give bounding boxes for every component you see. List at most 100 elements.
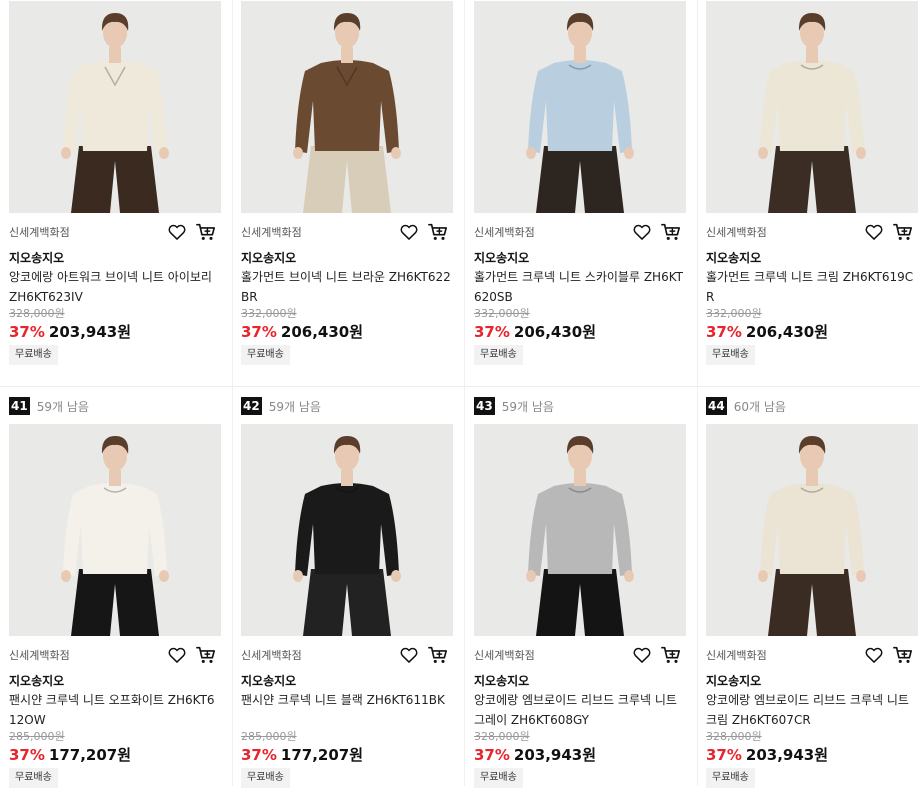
rank-badge: 42 — [241, 397, 262, 415]
store-row: 신세계백화점 — [474, 645, 686, 667]
sale-price: 203,943원 — [513, 746, 597, 764]
discount-rate: 37% — [9, 323, 45, 341]
discount-rate: 37% — [241, 323, 277, 341]
original-price: 328,000원 — [9, 307, 65, 320]
sale-price: 206,430원 — [513, 323, 597, 341]
product-name[interactable]: 앙코에랑 엠브로이드 리브드 크루넥 니트 그레이 ZH6KT608GY — [474, 690, 686, 730]
original-price: 332,000원 — [706, 307, 762, 320]
product-name[interactable]: 앙코에랑 엠브로이드 리브드 크루넥 니트 크림 ZH6KT607CR — [706, 690, 918, 730]
discount-rate: 37% — [474, 323, 510, 341]
store-name: 신세계백화점 — [241, 226, 302, 239]
product-image[interactable] — [9, 424, 221, 636]
free-shipping-badge: 무료배송 — [706, 345, 755, 365]
price-row: 37% 206,430원 — [474, 321, 596, 342]
brand-name[interactable]: 지오송지오 — [9, 672, 64, 689]
original-price: 328,000원 — [474, 730, 530, 743]
model-figure — [9, 424, 221, 636]
sale-price: 177,207원 — [48, 746, 132, 764]
free-shipping-badge: 무료배송 — [474, 345, 523, 365]
model-figure — [706, 424, 918, 636]
heart-icon[interactable] — [167, 645, 187, 665]
product-image[interactable] — [474, 424, 686, 636]
brand-name[interactable]: 지오송지오 — [474, 672, 529, 689]
store-row: 신세계백화점 — [706, 222, 918, 244]
stock-remaining: 59개 남음 — [268, 399, 321, 414]
free-shipping-badge: 무료배송 — [241, 345, 290, 365]
model-figure — [241, 424, 453, 636]
product-image[interactable] — [241, 424, 453, 636]
price-row: 37% 177,207원 — [241, 744, 363, 765]
store-name: 신세계백화점 — [474, 649, 535, 662]
store-row: 신세계백화점 — [474, 222, 686, 244]
product-name[interactable]: 홀가먼트 브이넥 니트 브라운 ZH6KT622BR — [241, 267, 453, 307]
column-separator — [697, 0, 698, 786]
rank-row: 43 59개 남음 — [474, 396, 554, 416]
product-name[interactable]: 홀가먼트 크루넥 니트 스카이블루 ZH6KT620SB — [474, 267, 686, 307]
original-price: 332,000원 — [474, 307, 530, 320]
cart-icon[interactable] — [660, 222, 682, 242]
rank-row: 41 59개 남음 — [9, 396, 89, 416]
sale-price: 203,943원 — [745, 746, 829, 764]
product-image[interactable] — [706, 424, 918, 636]
model-figure — [9, 1, 221, 213]
product-name[interactable]: 홀가먼트 크루넥 니트 크림 ZH6KT619CR — [706, 267, 918, 307]
brand-name[interactable]: 지오송지오 — [241, 672, 296, 689]
brand-name[interactable]: 지오송지오 — [706, 672, 761, 689]
rank-badge: 44 — [706, 397, 727, 415]
store-row: 신세계백화점 — [241, 222, 453, 244]
store-name: 신세계백화점 — [706, 649, 767, 662]
rank-badge: 43 — [474, 397, 495, 415]
store-name: 신세계백화점 — [9, 226, 70, 239]
stock-remaining: 60개 남음 — [733, 399, 786, 414]
original-price: 285,000원 — [9, 730, 65, 743]
cart-icon[interactable] — [195, 222, 217, 242]
product-name[interactable]: 앙코에랑 아트워크 브이넥 니트 아이보리 ZH6KT623IV — [9, 267, 221, 307]
price-row: 37% 206,430원 — [241, 321, 363, 342]
heart-icon[interactable] — [632, 645, 652, 665]
product-image[interactable] — [474, 1, 686, 213]
price-row: 37% 206,430원 — [706, 321, 828, 342]
heart-icon[interactable] — [399, 222, 419, 242]
product-name[interactable]: 팬시얀 크루넥 니트 블랙 ZH6KT611BK — [241, 690, 453, 710]
discount-rate: 37% — [474, 746, 510, 764]
model-figure — [706, 1, 918, 213]
product-image[interactable] — [9, 1, 221, 213]
price-row: 37% 203,943원 — [706, 744, 828, 765]
brand-name[interactable]: 지오송지오 — [241, 249, 296, 266]
rank-row: 42 59개 남음 — [241, 396, 321, 416]
cart-icon[interactable] — [892, 645, 914, 665]
product-image[interactable] — [706, 1, 918, 213]
product-name[interactable]: 팬시얀 크루넥 니트 오프화이트 ZH6KT612OW — [9, 690, 221, 730]
brand-name[interactable]: 지오송지오 — [706, 249, 761, 266]
heart-icon[interactable] — [632, 222, 652, 242]
free-shipping-badge: 무료배송 — [706, 768, 755, 788]
discount-rate: 37% — [241, 746, 277, 764]
stock-remaining: 59개 남음 — [501, 399, 554, 414]
store-row: 신세계백화점 — [9, 222, 221, 244]
cart-icon[interactable] — [195, 645, 217, 665]
free-shipping-badge: 무료배송 — [9, 768, 58, 788]
row-divider — [0, 386, 920, 387]
brand-name[interactable]: 지오송지오 — [474, 249, 529, 266]
cart-icon[interactable] — [427, 222, 449, 242]
heart-icon[interactable] — [167, 222, 187, 242]
heart-icon[interactable] — [864, 645, 884, 665]
product-grid: 신세계백화점 지오송지오 앙코에랑 아트워크 브이넥 니트 아이보리 ZH6KT… — [0, 0, 920, 788]
heart-icon[interactable] — [399, 645, 419, 665]
sale-price: 206,430원 — [745, 323, 829, 341]
brand-name[interactable]: 지오송지오 — [9, 249, 64, 266]
original-price: 332,000원 — [241, 307, 297, 320]
cart-icon[interactable] — [660, 645, 682, 665]
price-row: 37% 203,943원 — [474, 744, 596, 765]
store-name: 신세계백화점 — [706, 226, 767, 239]
sale-price: 177,207원 — [280, 746, 364, 764]
cart-icon[interactable] — [427, 645, 449, 665]
cart-icon[interactable] — [892, 222, 914, 242]
discount-rate: 37% — [9, 746, 45, 764]
heart-icon[interactable] — [864, 222, 884, 242]
original-price: 328,000원 — [706, 730, 762, 743]
product-image[interactable] — [241, 1, 453, 213]
model-figure — [241, 1, 453, 213]
rank-badge: 41 — [9, 397, 30, 415]
sale-price: 203,943원 — [48, 323, 132, 341]
